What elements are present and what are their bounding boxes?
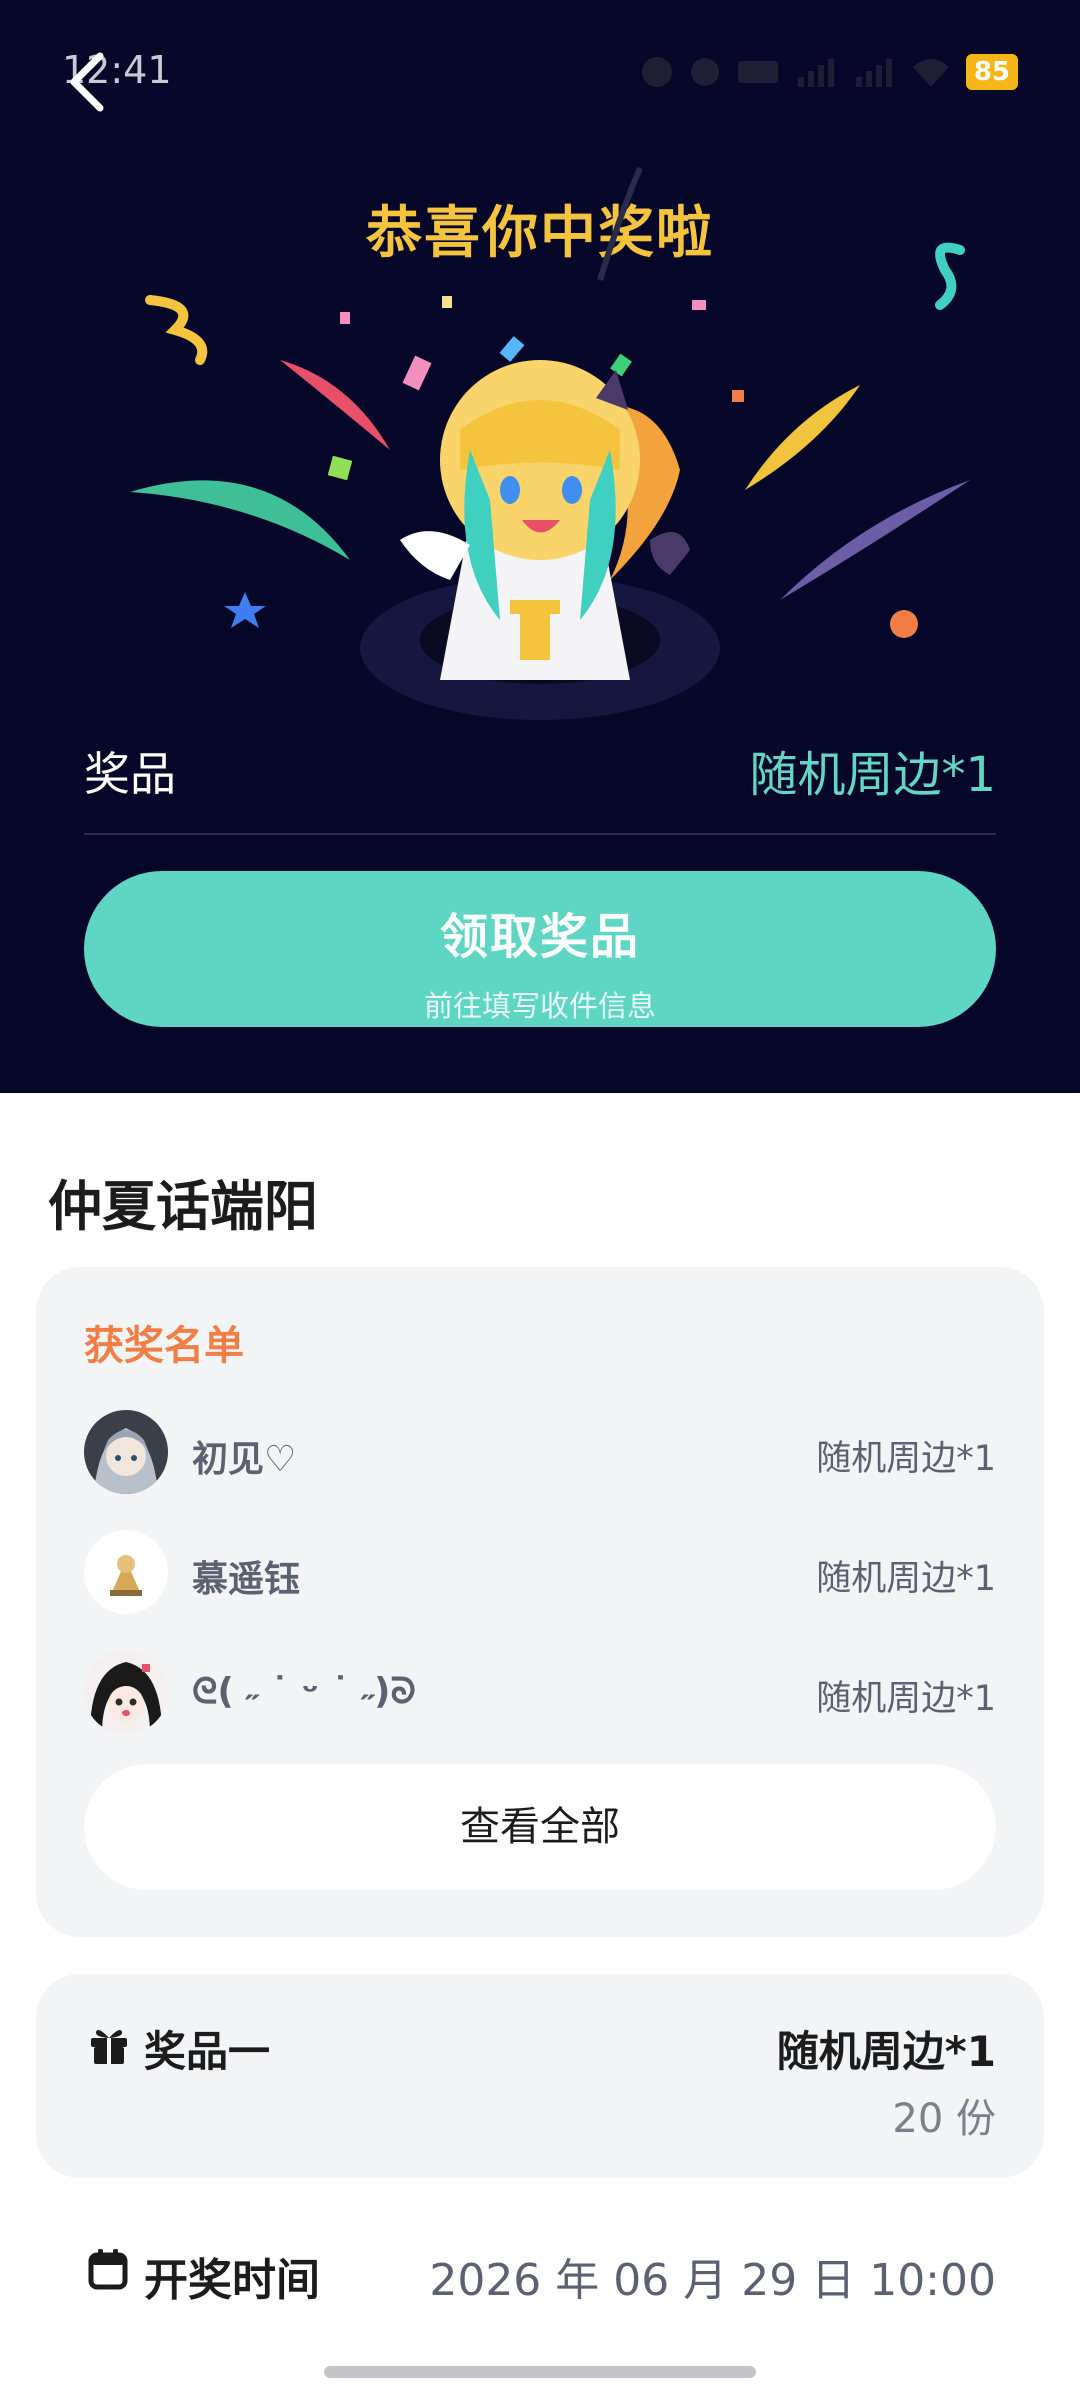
claim-prize-button[interactable]: 领取奖品 前往填写收件信息 (84, 871, 996, 1027)
alert-icon (690, 58, 719, 86)
activity-title: 仲夏话端阳 (48, 1175, 318, 1238)
status-icons: 85 (640, 52, 1018, 92)
avatar (84, 1650, 168, 1734)
winner-row: 初见♡ 随机周边*1 (84, 1410, 996, 1494)
claim-button-sublabel: 前往填写收件信息 (423, 989, 656, 1023)
gift-icon (91, 2030, 127, 2064)
hero-section: 12:41 85 恭喜你中奖啦 奖品 随机周边*1 领取奖品 前往填写收件信息 (0, 0, 1080, 1093)
prize-value: 随机周边*1 (749, 747, 996, 803)
prize-info-card: 奖品一 随机周边*1 20 份 (36, 1974, 1044, 2178)
back-arrow-icon[interactable] (64, 50, 114, 114)
battery-level: 85 (965, 54, 1018, 90)
signal-icon-1 (797, 59, 834, 87)
claim-button-label: 领取奖品 (439, 909, 640, 965)
prize-label: 奖品 (84, 747, 176, 801)
prize-info-value: 随机周边*1 (776, 2027, 996, 2076)
status-bar: 12:41 85 (0, 0, 1080, 140)
winner-name: 初见♡ (192, 1439, 297, 1480)
winner-prize: 随机周边*1 (816, 1559, 996, 1599)
notification-icon (641, 57, 672, 87)
avatar (84, 1530, 168, 1614)
winner-prize: 随机周边*1 (816, 1679, 996, 1719)
prize-info-count: 20 份 (892, 2096, 996, 2142)
draw-time-value: 2026 年 06 月 29 日 10:00 (429, 2255, 996, 2306)
signal-icon-2 (855, 59, 892, 87)
winners-title: 获奖名单 (84, 1323, 244, 1369)
data-speed-icon (737, 61, 778, 83)
winner-prize: 随机周边*1 (816, 1439, 996, 1479)
winner-row: ᘓ( ˶ ˙ ᵕ ˙ ˶)ᘐ 随机周边*1 (84, 1650, 996, 1734)
avatar (84, 1410, 168, 1494)
divider (84, 833, 996, 835)
celebration-mascot-illustration (130, 166, 970, 720)
home-indicator[interactable] (324, 2366, 756, 2378)
winners-card: 获奖名单 初见♡ 随机周边*1 慕遥钰 随机周边*1 ᘓ( ˶ ˙ ᵕ ˙ ˶)… (36, 1267, 1044, 1937)
winner-name: 慕遥钰 (192, 1559, 301, 1600)
winner-name: ᘓ( ˶ ˙ ᵕ ˙ ˶)ᘐ (192, 1671, 416, 1712)
view-all-button[interactable]: 查看全部 (84, 1764, 996, 1890)
calendar-icon (88, 2249, 128, 2290)
wifi-icon (912, 59, 949, 87)
prize-info-label: 奖品一 (144, 2027, 271, 2076)
draw-time-label: 开奖时间 (144, 2255, 320, 2306)
winner-row: 慕遥钰 随机周边*1 (84, 1530, 996, 1614)
